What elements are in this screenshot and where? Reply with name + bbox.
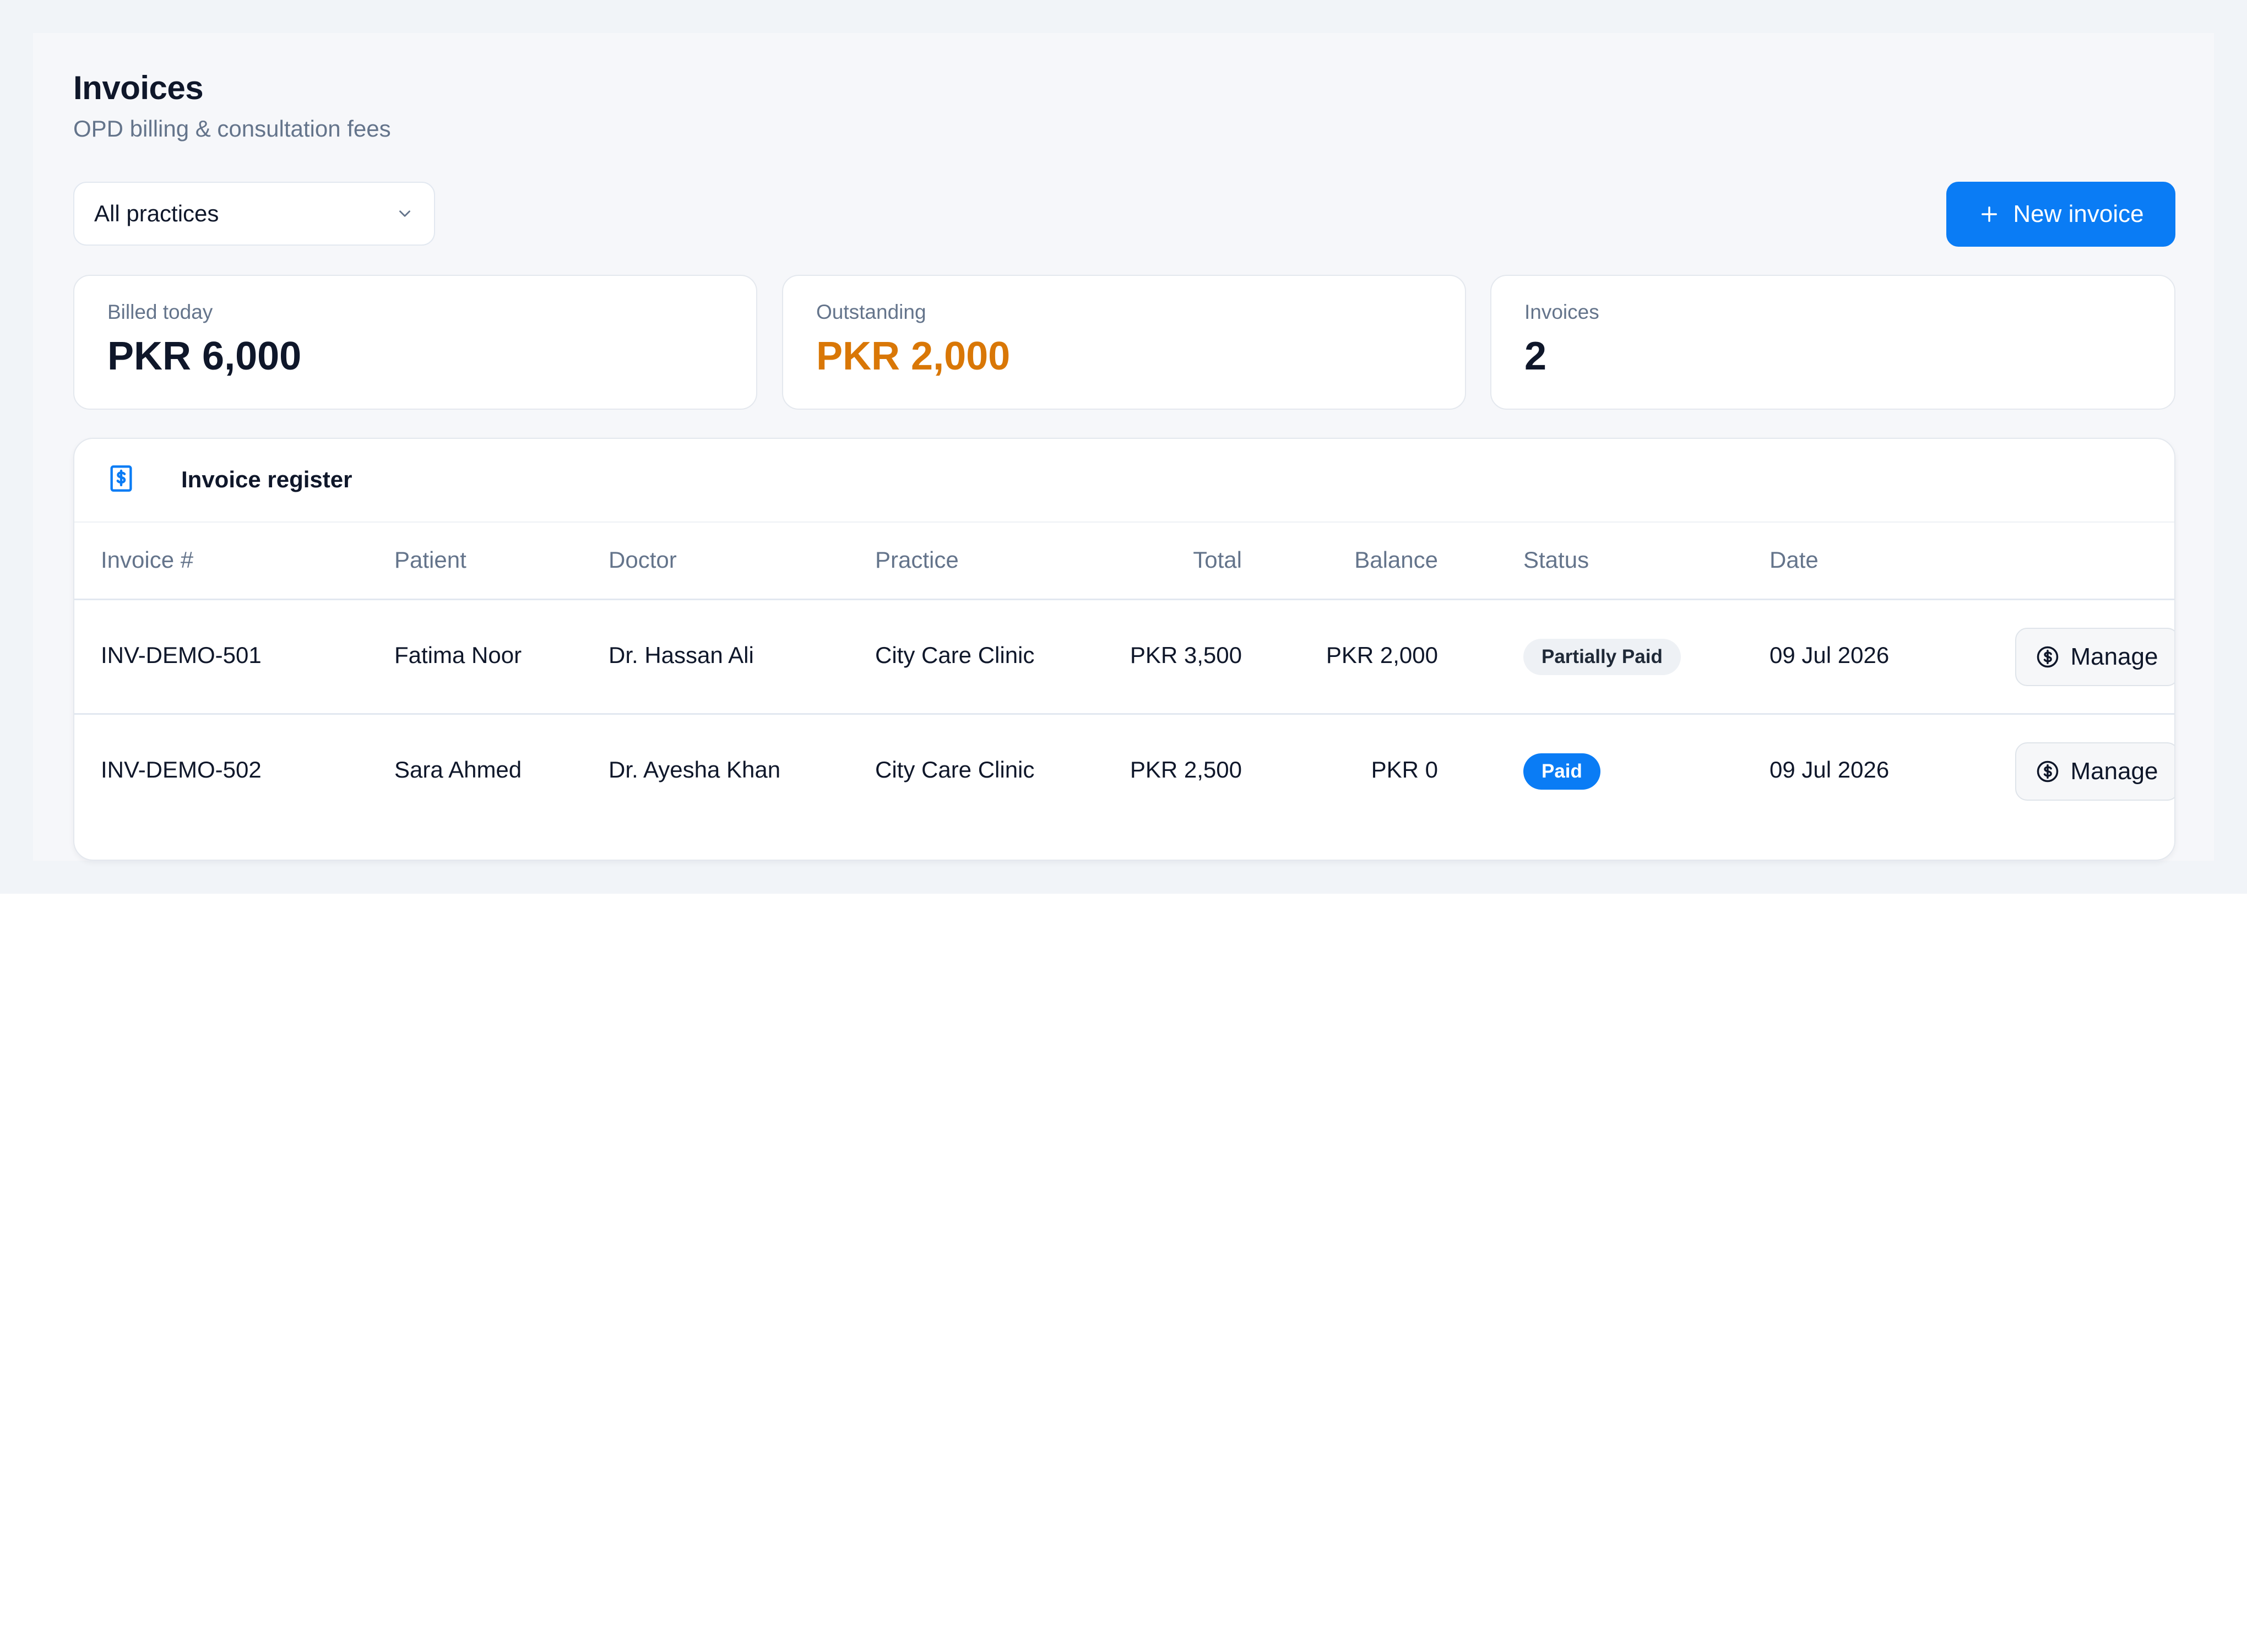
page-title: Invoices (73, 69, 204, 106)
new-invoice-button[interactable]: New invoice (1946, 182, 2175, 247)
register-header: Invoice register (74, 439, 2174, 523)
cell-practice: City Care Clinic (875, 642, 1035, 668)
cell-doctor: Dr. Hassan Ali (609, 642, 754, 668)
column-header-date[interactable]: Date (1770, 547, 1819, 573)
stat-label: Invoices (1524, 301, 1599, 323)
dollar-circle-icon (2037, 646, 2059, 668)
stat-value: PKR 2,000 (816, 334, 1011, 378)
manage-button[interactable]: Manage (2015, 742, 2174, 801)
column-header-total[interactable]: Total (1193, 547, 1242, 573)
cell-balance: PKR 0 (1371, 757, 1438, 782)
stat-value: 2 (1524, 334, 1547, 378)
table-header: Invoice # Patient Doctor Practice Total … (74, 521, 2174, 600)
table-row[interactable]: INV-DEMO-501 Fatima Noor Dr. Hassan Ali … (74, 600, 2174, 715)
cell-patient: Sara Ahmed (394, 757, 522, 782)
invoices-page: Invoices OPD billing & consultation fees… (33, 33, 2214, 861)
stat-card-billed-today: Billed today PKR 6,000 (73, 275, 757, 410)
stat-card-outstanding: Outstanding PKR 2,000 (782, 275, 1466, 410)
app-background: Invoices OPD billing & consultation fees… (0, 0, 2247, 894)
stat-label: Billed today (107, 301, 213, 323)
column-header-practice[interactable]: Practice (875, 547, 959, 573)
stat-value: PKR 6,000 (107, 334, 302, 378)
cell-invoice-number: INV-DEMO-502 (101, 757, 262, 782)
cell-practice: City Care Clinic (875, 757, 1035, 782)
stat-label: Outstanding (816, 301, 926, 323)
manage-label: Manage (2070, 643, 2158, 670)
cell-date: 09 Jul 2026 (1770, 642, 1890, 668)
status-badge: Partially Paid (1523, 639, 1681, 675)
practice-filter-value: All practices (94, 200, 219, 226)
cell-patient: Fatima Noor (394, 642, 522, 668)
cell-balance: PKR 2,000 (1326, 642, 1438, 668)
plus-icon (1982, 206, 1998, 222)
table-row[interactable]: INV-DEMO-502 Sara Ahmed Dr. Ayesha Khan … (74, 715, 2174, 828)
column-header-patient[interactable]: Patient (394, 547, 466, 573)
cell-doctor: Dr. Ayesha Khan (609, 757, 781, 782)
dollar-circle-icon (2037, 760, 2059, 782)
cell-total: PKR 3,500 (1130, 642, 1242, 668)
invoice-icon (110, 465, 132, 492)
column-header-doctor[interactable]: Doctor (609, 547, 677, 573)
stat-card-invoices: Invoices 2 (1490, 275, 2175, 410)
invoice-register-panel: Invoice register Invoice # Patient Docto… (73, 438, 2175, 861)
manage-label: Manage (2070, 758, 2158, 785)
column-header-status[interactable]: Status (1523, 547, 1589, 573)
page-subtitle: OPD billing & consultation fees (73, 116, 391, 142)
column-header-balance[interactable]: Balance (1354, 547, 1438, 573)
cell-invoice-number: INV-DEMO-501 (101, 642, 262, 668)
cell-date: 09 Jul 2026 (1770, 757, 1890, 782)
manage-button[interactable]: Manage (2015, 628, 2174, 686)
status-badge: Paid (1523, 753, 1600, 790)
chevron-down-icon (399, 210, 410, 217)
register-title: Invoice register (181, 466, 352, 492)
practice-filter-select[interactable]: All practices (73, 182, 435, 246)
new-invoice-label: New invoice (2013, 200, 2144, 227)
cell-total: PKR 2,500 (1130, 757, 1242, 782)
column-header-invoice[interactable]: Invoice # (101, 547, 193, 573)
